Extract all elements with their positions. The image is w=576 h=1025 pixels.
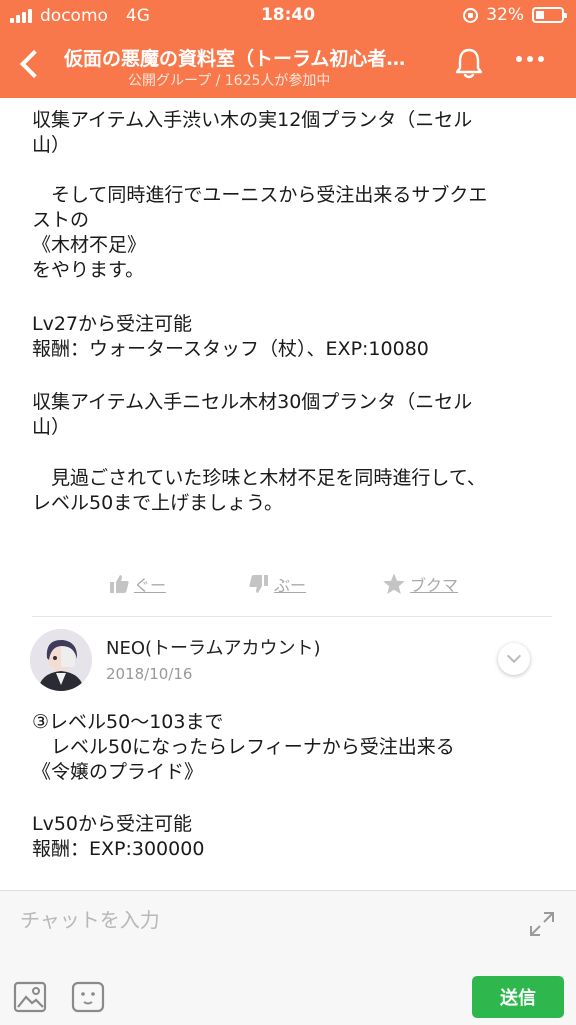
comment-options-button[interactable]: [498, 643, 530, 675]
sticker-button[interactable]: [70, 979, 106, 1015]
dislike-label: ぶー: [274, 576, 307, 595]
like-label: ぐー: [134, 576, 167, 595]
send-button[interactable]: 送信: [472, 976, 564, 1018]
like-button[interactable]: ぐー: [108, 572, 166, 596]
status-bar: docomo 4G 18:40 32%: [0, 0, 576, 32]
emoji-face-icon: [71, 981, 105, 1013]
thumbs-up-icon: [110, 575, 129, 593]
orientation-lock-icon: [463, 7, 479, 23]
battery-percent: 32%: [486, 5, 524, 25]
chat-composer: 送信: [0, 890, 576, 1025]
divider: [32, 616, 552, 617]
chat-input[interactable]: [20, 903, 510, 937]
app-header: docomo 4G 18:40 32% 仮面の悪魔の資料室（トーラム初心者… 公…: [0, 0, 576, 98]
avatar[interactable]: [30, 629, 92, 691]
more-menu-button[interactable]: [516, 56, 544, 62]
notification-button[interactable]: [452, 45, 486, 81]
post-paragraph: 収集アイテム入手ニセル木材30個プランタ（ニセル 山）: [32, 391, 473, 438]
bookmark-label: ブクマ: [410, 576, 459, 595]
bookmark-button[interactable]: ブクマ: [382, 572, 458, 596]
message-feed[interactable]: 収集アイテム入手渋い木の実12個プランタ（ニセル 山） そして同時進行でユーニス…: [0, 98, 576, 890]
back-button[interactable]: [14, 46, 48, 82]
comment-paragraph: ③レベル50〜103まで レベル50になったらレフィーナから受注出来る 《令嬢の…: [32, 711, 455, 783]
post-paragraph: 見過ごされていた珍味と木材不足を同時進行して、 レベル50まで上げましょう。: [32, 467, 486, 514]
battery-fill: [536, 11, 544, 19]
page-title: 仮面の悪魔の資料室（トーラム初心者…: [64, 48, 406, 70]
comment-author[interactable]: NEO(トーラムアカウント): [106, 634, 321, 660]
post-paragraph: 収集アイテム入手渋い木の実12個プランタ（ニセル 山）: [32, 109, 473, 156]
star-icon: [383, 573, 405, 594]
post-paragraph: Lv27から受注可能 報酬：ウォータースタッフ（杖）、EXP:10080: [32, 313, 429, 360]
post-paragraph: そして同時進行でユーニスから受注出来るサブクエ ストの 《木材不足》 をやります…: [32, 184, 488, 281]
post-actions: ぐー ぶー ブクマ: [0, 572, 576, 602]
comment-date: 2018/10/16: [106, 665, 193, 683]
bell-icon: [455, 48, 483, 79]
photo-button[interactable]: [12, 979, 48, 1015]
expand-arrows-icon: [530, 912, 554, 936]
dislike-button[interactable]: ぶー: [248, 572, 306, 596]
battery-icon: [532, 7, 567, 23]
comment-paragraph: Lv50から受注可能 報酬：EXP:300000: [32, 813, 205, 860]
more-horizontal-icon: [516, 56, 522, 62]
image-icon: [13, 981, 47, 1013]
group-subtitle: 公開グループ / 1625人が参加中: [128, 73, 331, 89]
thumbs-down-icon: [249, 575, 268, 593]
expand-input-button[interactable]: [527, 909, 557, 939]
